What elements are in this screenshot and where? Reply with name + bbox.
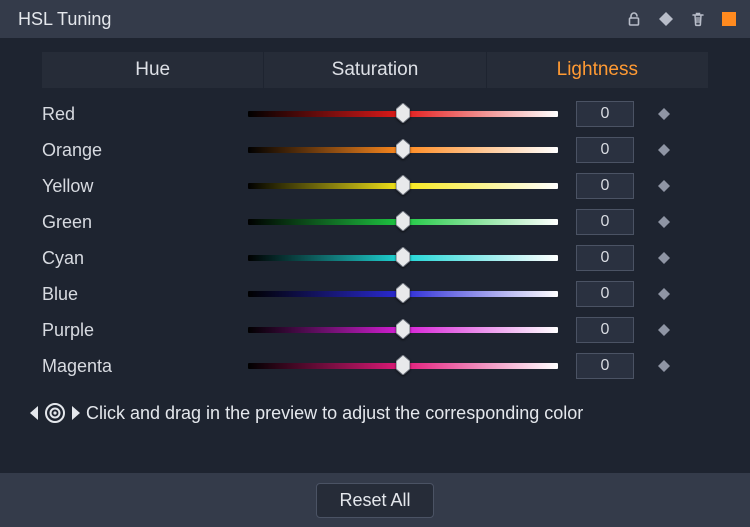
row-blue: Blue 0 bbox=[42, 276, 732, 312]
keyframe-orange-icon[interactable] bbox=[656, 142, 672, 158]
value-red[interactable]: 0 bbox=[576, 101, 634, 127]
enabled-indicator-icon[interactable] bbox=[722, 12, 736, 26]
slider-red[interactable] bbox=[248, 96, 558, 132]
value-blue[interactable]: 0 bbox=[576, 281, 634, 307]
keyframe-purple-icon[interactable] bbox=[656, 322, 672, 338]
slider-magenta[interactable] bbox=[248, 348, 558, 384]
label-green: Green bbox=[42, 212, 248, 233]
label-purple: Purple bbox=[42, 320, 248, 341]
slider-green[interactable] bbox=[248, 204, 558, 240]
slider-thumb-icon[interactable] bbox=[396, 211, 410, 231]
hint-text: Click and drag in the preview to adjust … bbox=[86, 403, 583, 424]
slider-thumb-icon[interactable] bbox=[396, 103, 410, 123]
panel-title: HSL Tuning bbox=[18, 9, 111, 30]
value-orange[interactable]: 0 bbox=[576, 137, 634, 163]
value-yellow[interactable]: 0 bbox=[576, 173, 634, 199]
keyframe-blue-icon[interactable] bbox=[656, 286, 672, 302]
tab-saturation[interactable]: Saturation bbox=[263, 52, 485, 88]
slider-thumb-icon[interactable] bbox=[396, 283, 410, 303]
slider-cyan[interactable] bbox=[248, 240, 558, 276]
tab-lightness[interactable]: Lightness bbox=[486, 52, 708, 88]
row-purple: Purple 0 bbox=[42, 312, 732, 348]
label-cyan: Cyan bbox=[42, 248, 248, 269]
diamond-icon[interactable] bbox=[656, 9, 676, 29]
value-purple[interactable]: 0 bbox=[576, 317, 634, 343]
keyframe-green-icon[interactable] bbox=[656, 214, 672, 230]
keyframe-red-icon[interactable] bbox=[656, 106, 672, 122]
row-orange: Orange 0 bbox=[42, 132, 732, 168]
titlebar: HSL Tuning bbox=[0, 0, 750, 38]
row-magenta: Magenta 0 bbox=[42, 348, 732, 384]
label-orange: Orange bbox=[42, 140, 248, 161]
label-blue: Blue bbox=[42, 284, 248, 305]
unlock-icon[interactable] bbox=[624, 9, 644, 29]
label-red: Red bbox=[42, 104, 248, 125]
slider-blue[interactable] bbox=[248, 276, 558, 312]
slider-orange[interactable] bbox=[248, 132, 558, 168]
label-magenta: Magenta bbox=[42, 356, 248, 377]
row-green: Green 0 bbox=[42, 204, 732, 240]
keyframe-yellow-icon[interactable] bbox=[656, 178, 672, 194]
slider-thumb-icon[interactable] bbox=[396, 139, 410, 159]
tab-hue[interactable]: Hue bbox=[42, 52, 263, 88]
slider-rows: Red 0 Orange 0 Yellow 0 bbox=[42, 96, 732, 384]
row-red: Red 0 bbox=[42, 96, 732, 132]
hint-row: Click and drag in the preview to adjust … bbox=[28, 402, 750, 424]
slider-purple[interactable] bbox=[248, 312, 558, 348]
tabs: Hue Saturation Lightness bbox=[42, 52, 708, 88]
slider-thumb-icon[interactable] bbox=[396, 175, 410, 195]
value-magenta[interactable]: 0 bbox=[576, 353, 634, 379]
label-yellow: Yellow bbox=[42, 176, 248, 197]
reset-all-button[interactable]: Reset All bbox=[316, 483, 433, 518]
trash-icon[interactable] bbox=[688, 9, 708, 29]
slider-thumb-icon[interactable] bbox=[396, 355, 410, 375]
row-cyan: Cyan 0 bbox=[42, 240, 732, 276]
value-green[interactable]: 0 bbox=[576, 209, 634, 235]
keyframe-magenta-icon[interactable] bbox=[656, 358, 672, 374]
slider-thumb-icon[interactable] bbox=[396, 247, 410, 267]
row-yellow: Yellow 0 bbox=[42, 168, 732, 204]
targeted-adjust-icon[interactable] bbox=[28, 402, 86, 424]
slider-thumb-icon[interactable] bbox=[396, 319, 410, 339]
bottombar: Reset All bbox=[0, 473, 750, 527]
hsl-tuning-panel: HSL Tuning Hue Saturation Lightness Red … bbox=[0, 0, 750, 527]
keyframe-cyan-icon[interactable] bbox=[656, 250, 672, 266]
slider-yellow[interactable] bbox=[248, 168, 558, 204]
value-cyan[interactable]: 0 bbox=[576, 245, 634, 271]
